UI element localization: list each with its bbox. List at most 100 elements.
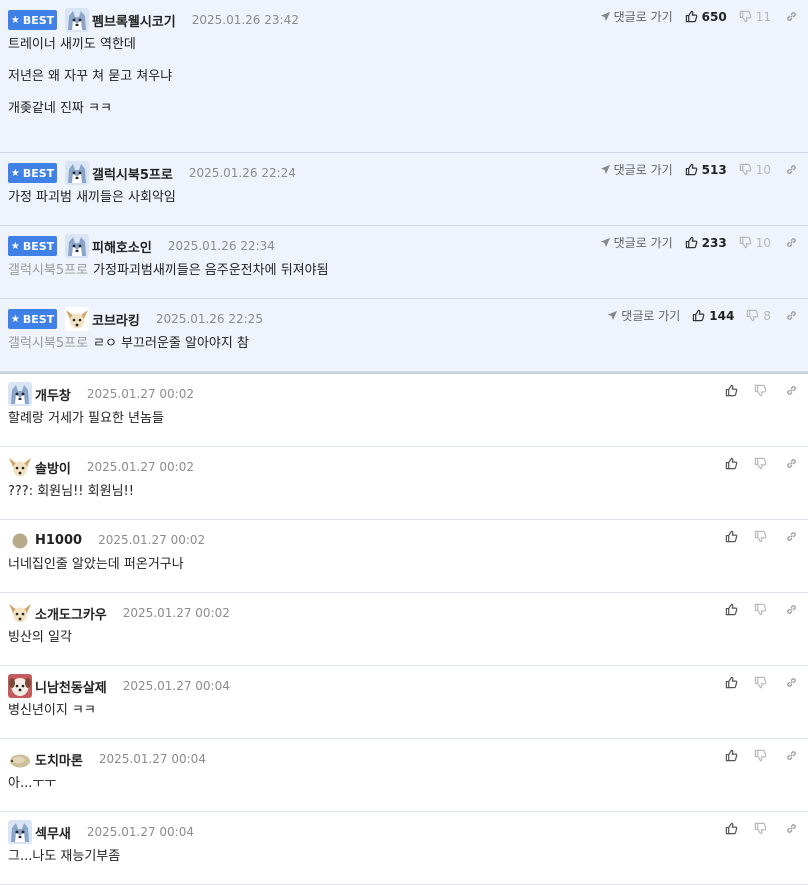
link-icon — [785, 822, 798, 835]
dislike-button[interactable] — [754, 530, 771, 543]
copy-link-button[interactable] — [785, 749, 798, 762]
best-badge: ★ BEST — [8, 163, 57, 183]
copy-link-button[interactable] — [785, 457, 798, 470]
copy-link-button[interactable] — [785, 384, 798, 397]
reply-to-name[interactable]: 갤럭시북5프로 — [8, 336, 88, 351]
avatar[interactable] — [8, 674, 32, 698]
author-name[interactable]: 피해호소인 — [92, 237, 152, 256]
dislike-button[interactable] — [754, 676, 771, 689]
comment-body: 병신년이지 ㅋㅋ — [8, 703, 800, 719]
author-name[interactable]: 소개도그카우 — [35, 604, 107, 623]
goto-comment-button[interactable]: 댓글로 가기 — [600, 234, 673, 251]
avatar[interactable] — [8, 455, 32, 479]
like-count: 144 — [709, 308, 735, 323]
copy-link-button[interactable] — [785, 822, 798, 835]
like-button[interactable] — [725, 384, 742, 397]
goto-comment-button[interactable]: 댓글로 가기 — [600, 161, 673, 178]
best-label: BEST — [22, 13, 55, 27]
avatar[interactable] — [65, 307, 89, 331]
author-name[interactable]: 솔방이 — [35, 458, 71, 477]
link-icon — [785, 384, 798, 397]
comment: 소개도그카우 2025.01.27 00:02 빙산의 일각 — [0, 593, 808, 666]
best-label: BEST — [22, 239, 55, 253]
dislike-button[interactable] — [754, 457, 771, 470]
author-name[interactable]: 도치마론 — [35, 750, 83, 769]
comment-text: 너네집인줄 알았는데 퍼온거구나 — [8, 557, 184, 572]
comment-actions — [725, 603, 798, 616]
dislike-button[interactable] — [754, 384, 771, 397]
dislike-button[interactable] — [754, 822, 771, 835]
thumbs-down-icon — [739, 236, 752, 249]
dislike-button[interactable]: 11 — [739, 10, 771, 24]
comment-meta: 솔방이 2025.01.27 00:02 — [8, 455, 800, 479]
copy-link-button[interactable] — [785, 163, 798, 176]
star-icon: ★ — [10, 14, 20, 26]
avatar[interactable] — [8, 820, 32, 844]
avatar[interactable] — [65, 161, 89, 185]
avatar[interactable] — [65, 234, 89, 258]
thumbs-down-icon — [739, 10, 752, 23]
best-badge: ★ BEST — [8, 236, 57, 256]
author-name[interactable]: 개두창 — [35, 385, 71, 404]
like-count: 650 — [701, 9, 727, 24]
comment-meta: 섹무새 2025.01.27 00:04 — [8, 820, 800, 844]
like-button[interactable]: 650 — [685, 10, 727, 24]
author-name[interactable]: 니남천동살제 — [35, 677, 107, 696]
copy-link-button[interactable] — [785, 10, 798, 23]
like-count: 513 — [701, 162, 727, 177]
avatar[interactable] — [8, 747, 32, 771]
thumbs-down-icon — [754, 457, 767, 470]
goto-label: 댓글로 가기 — [613, 10, 673, 24]
comment-body: 트레이너 새끼도 역한데 저년은 왜 자꾸 쳐 묻고 쳐우냐 개좆같네 진짜 ㅋ… — [8, 37, 800, 117]
thumbs-up-icon — [692, 309, 705, 322]
goto-comment-button[interactable]: 댓글로 가기 — [607, 307, 680, 324]
dislike-button[interactable]: 8 — [746, 309, 771, 323]
avatar[interactable] — [8, 528, 32, 552]
dislike-button[interactable]: 10 — [739, 236, 771, 250]
comment: 개두창 2025.01.27 00:02 할례랑 거세가 필요한 년놈들 — [0, 374, 808, 447]
dislike-count: 10 — [755, 162, 771, 177]
dislike-count: 10 — [755, 235, 771, 250]
thumbs-up-icon — [725, 530, 738, 543]
copy-link-button[interactable] — [785, 309, 798, 322]
link-icon — [785, 530, 798, 543]
dislike-button[interactable]: 10 — [739, 163, 771, 177]
avatar[interactable] — [8, 601, 32, 625]
best-label: BEST — [22, 312, 55, 326]
avatar[interactable] — [65, 8, 89, 32]
author-name[interactable]: 펨브록웰시코기 — [92, 11, 176, 30]
copy-link-button[interactable] — [785, 676, 798, 689]
like-button[interactable] — [725, 676, 742, 689]
like-button[interactable]: 513 — [685, 163, 727, 177]
comment-actions — [725, 676, 798, 689]
dislike-button[interactable] — [754, 749, 771, 762]
like-button[interactable] — [725, 530, 742, 543]
thumbs-down-icon — [754, 749, 767, 762]
reply-to-name[interactable]: 갤럭시북5프로 — [8, 263, 88, 278]
like-button[interactable] — [725, 457, 742, 470]
copy-link-button[interactable] — [785, 236, 798, 249]
author-name[interactable]: H1000 — [35, 533, 82, 548]
author-name[interactable]: 갤럭시북5프로 — [92, 164, 173, 183]
thumbs-down-icon — [739, 163, 752, 176]
like-button[interactable]: 233 — [685, 236, 727, 250]
comment-meta: 도치마론 2025.01.27 00:04 — [8, 747, 800, 771]
dislike-button[interactable] — [754, 603, 771, 616]
thumbs-up-icon — [725, 676, 738, 689]
avatar[interactable] — [8, 382, 32, 406]
like-button[interactable]: 144 — [692, 309, 734, 323]
copy-link-button[interactable] — [785, 603, 798, 616]
author-name[interactable]: 섹무새 — [35, 823, 71, 842]
best-comment: ★ BEST 펨브록웰시코기 2025.01.26 23:42 댓글로 가기 650 11 트… — [0, 0, 808, 153]
best-badge: ★ BEST — [8, 309, 57, 329]
author-name[interactable]: 코브라킹 — [92, 310, 140, 329]
goto-comment-button[interactable]: 댓글로 가기 — [600, 8, 673, 25]
comment-text: ㄹㅇ 부끄러운줄 알아야지 참 — [93, 336, 249, 351]
like-button[interactable] — [725, 603, 742, 616]
like-button[interactable] — [725, 822, 742, 835]
comment-list: ★ BEST 펨브록웰시코기 2025.01.26 23:42 댓글로 가기 650 11 트… — [0, 0, 808, 885]
copy-link-button[interactable] — [785, 530, 798, 543]
thumbs-up-icon — [725, 457, 738, 470]
thumbs-up-icon — [725, 749, 738, 762]
like-button[interactable] — [725, 749, 742, 762]
